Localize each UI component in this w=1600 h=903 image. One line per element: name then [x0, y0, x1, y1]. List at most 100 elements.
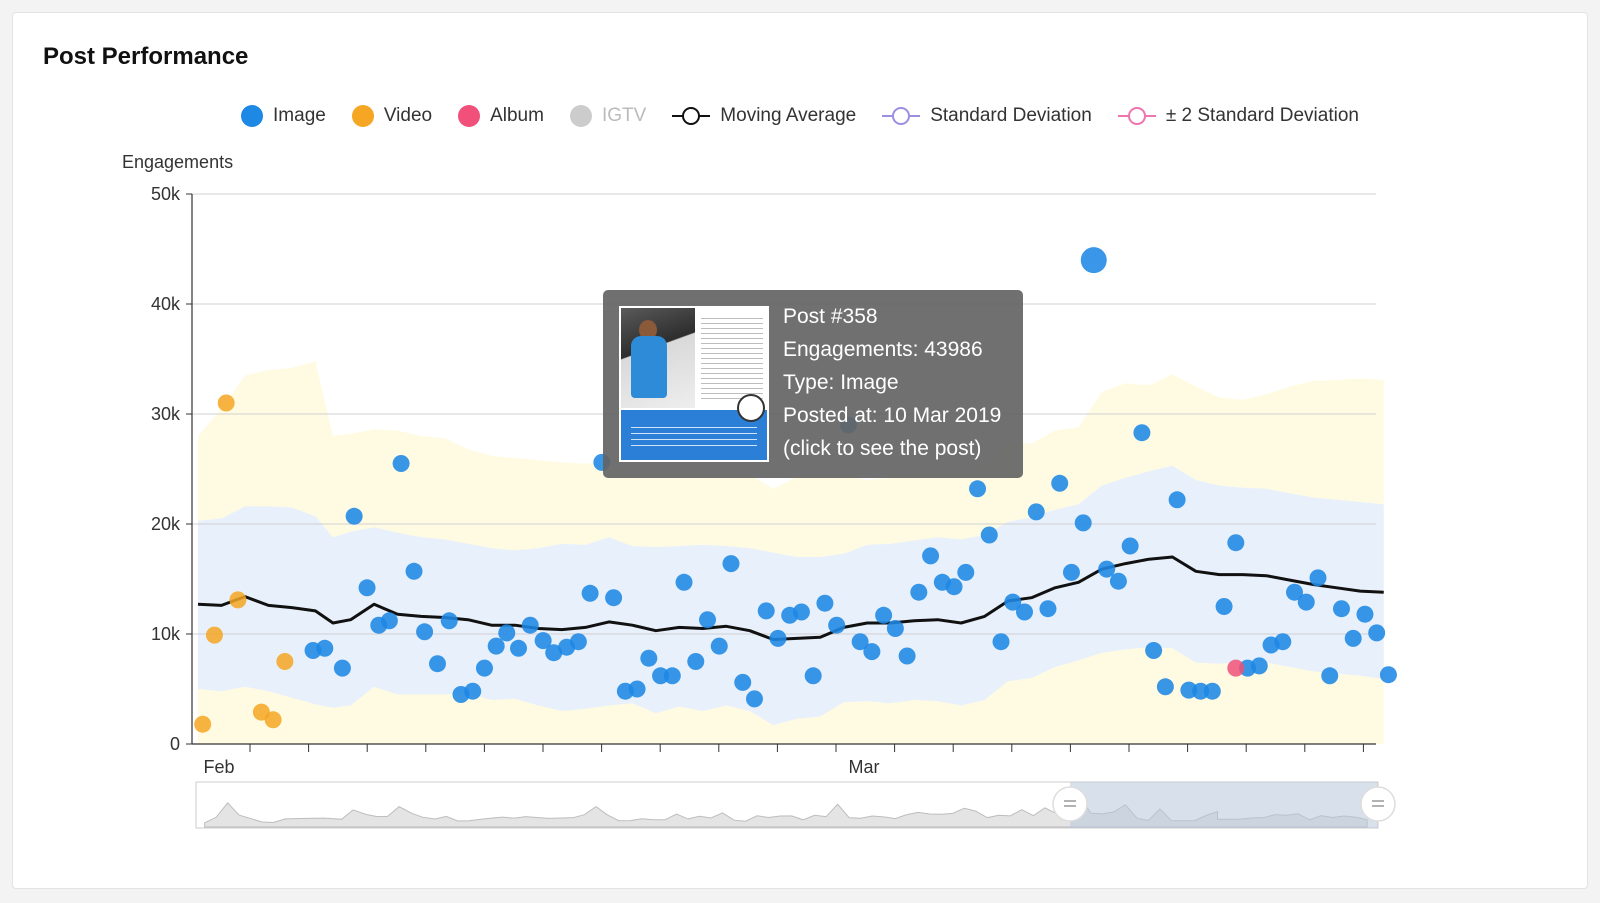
data-point-image[interactable]: [957, 563, 975, 581]
zoom-handle-right[interactable]: [1360, 786, 1396, 822]
x-tick-label: Mar: [849, 757, 880, 777]
data-point-image[interactable]: [828, 616, 846, 634]
data-point-image[interactable]: [710, 637, 728, 655]
data-point-image[interactable]: [1215, 598, 1233, 615]
data-point-image[interactable]: [816, 594, 834, 612]
post-tooltip[interactable]: Post #358 Engagements: 43986 Type: Image…: [603, 290, 1023, 478]
data-point-image[interactable]: [1250, 657, 1268, 675]
data-point-image[interactable]: [769, 629, 787, 647]
data-point-image[interactable]: [521, 616, 539, 634]
data-point-image[interactable]: [392, 455, 410, 472]
data-point-image[interactable]: [722, 555, 740, 573]
data-point-image[interactable]: [358, 579, 376, 597]
data-point-video[interactable]: [264, 711, 282, 729]
data-point-image[interactable]: [605, 589, 623, 607]
data-point-album[interactable]: [1227, 659, 1245, 677]
tooltip-text: Post #358 Engagements: 43986 Type: Image…: [783, 300, 1001, 465]
data-point-image[interactable]: [945, 578, 963, 596]
data-point-image[interactable]: [428, 655, 446, 673]
data-point-image[interactable]: [922, 547, 940, 565]
data-point-image[interactable]: [1133, 424, 1151, 442]
data-point-image[interactable]: [757, 602, 775, 620]
data-point-image[interactable]: [1344, 629, 1362, 647]
thumbnail-text-lines: [701, 314, 763, 402]
data-point-image[interactable]: [1156, 678, 1174, 696]
y-tick-label: 40k: [151, 294, 181, 314]
data-point-image[interactable]: [628, 680, 646, 698]
y-tick-label: 0: [170, 734, 180, 754]
data-point-image[interactable]: [1274, 633, 1292, 651]
data-point-image[interactable]: [1297, 593, 1315, 611]
data-point-image[interactable]: [1074, 514, 1092, 532]
data-point-image[interactable]: [980, 526, 998, 544]
data-point-image[interactable]: [863, 643, 881, 661]
data-point-image[interactable]: [745, 690, 763, 708]
y-tick-label: 20k: [151, 514, 181, 534]
data-point-video[interactable]: [217, 394, 235, 412]
data-point-image[interactable]: [804, 667, 822, 685]
data-point-image[interactable]: [1203, 682, 1221, 700]
data-point-image[interactable]: [1062, 563, 1080, 581]
thumbnail-logo-icon: [737, 394, 765, 422]
data-point-image[interactable]: [1051, 474, 1069, 492]
data-point-image[interactable]: [1309, 569, 1327, 587]
data-point-video[interactable]: [229, 591, 247, 609]
data-point-image[interactable]: [992, 633, 1010, 651]
data-point-image[interactable]: [1145, 642, 1163, 659]
data-point-image[interactable]: [510, 639, 528, 657]
y-tick-label: 50k: [151, 184, 181, 204]
data-point-image[interactable]: [1332, 600, 1350, 618]
data-point-image[interactable]: [1168, 491, 1186, 509]
data-point-image[interactable]: [734, 673, 752, 691]
data-point-image[interactable]: [464, 682, 482, 700]
thumbnail-person: [631, 336, 667, 398]
data-point-image[interactable]: [898, 647, 916, 665]
tooltip-hint[interactable]: (click to see the post): [783, 432, 1001, 465]
data-point-image[interactable]: [1027, 503, 1045, 521]
data-point-video[interactable]: [276, 653, 294, 670]
data-point-image[interactable]: [1356, 605, 1374, 623]
data-point-image[interactable]: [663, 667, 681, 685]
data-point-image[interactable]: [345, 507, 363, 525]
data-point-image[interactable]: [1227, 534, 1245, 552]
tooltip-posted-at: Posted at: 10 Mar 2019: [783, 404, 1002, 427]
data-point-image[interactable]: [498, 624, 516, 642]
data-point-image[interactable]: [675, 573, 693, 591]
data-point-image[interactable]: [886, 620, 904, 637]
data-point-image[interactable]: [1015, 603, 1033, 621]
data-point-image[interactable]: [581, 584, 599, 602]
data-point-image[interactable]: [569, 633, 587, 651]
data-point-image[interactable]: [1379, 666, 1397, 684]
data-point-image[interactable]: [405, 562, 423, 580]
data-point-image[interactable]: [640, 649, 658, 667]
data-point-image[interactable]: [969, 480, 987, 498]
data-point-image[interactable]: [699, 611, 717, 629]
data-point-video[interactable]: [194, 715, 212, 733]
y-tick-label: 10k: [151, 624, 181, 644]
data-point-image[interactable]: [487, 637, 505, 655]
data-point-image[interactable]: [792, 603, 810, 621]
data-point-image[interactable]: [1080, 247, 1107, 274]
zoom-slider-selection[interactable]: [1070, 782, 1378, 828]
data-point-image[interactable]: [440, 612, 458, 630]
data-point-image[interactable]: [910, 583, 928, 601]
data-point-image[interactable]: [333, 659, 351, 677]
data-point-image[interactable]: [316, 639, 334, 657]
x-tick-label: Feb: [203, 757, 234, 777]
data-point-image[interactable]: [1121, 537, 1139, 555]
data-point-image[interactable]: [1368, 624, 1386, 642]
data-point-image[interactable]: [687, 653, 705, 670]
tooltip-engagements: Engagements: 43986: [783, 338, 983, 361]
data-point-video[interactable]: [205, 626, 223, 644]
data-point-image[interactable]: [1039, 600, 1057, 618]
data-point-image[interactable]: [1321, 667, 1339, 685]
data-point-image[interactable]: [1109, 572, 1127, 590]
data-point-image[interactable]: [475, 659, 493, 677]
data-point-image[interactable]: [380, 612, 398, 630]
tooltip-type: Type: Image: [783, 371, 899, 394]
data-point-image[interactable]: [875, 606, 893, 624]
data-point-image[interactable]: [416, 623, 434, 641]
y-tick-label: 30k: [151, 404, 181, 424]
post-thumbnail[interactable]: [619, 306, 769, 462]
zoom-handle-left[interactable]: [1052, 786, 1088, 822]
